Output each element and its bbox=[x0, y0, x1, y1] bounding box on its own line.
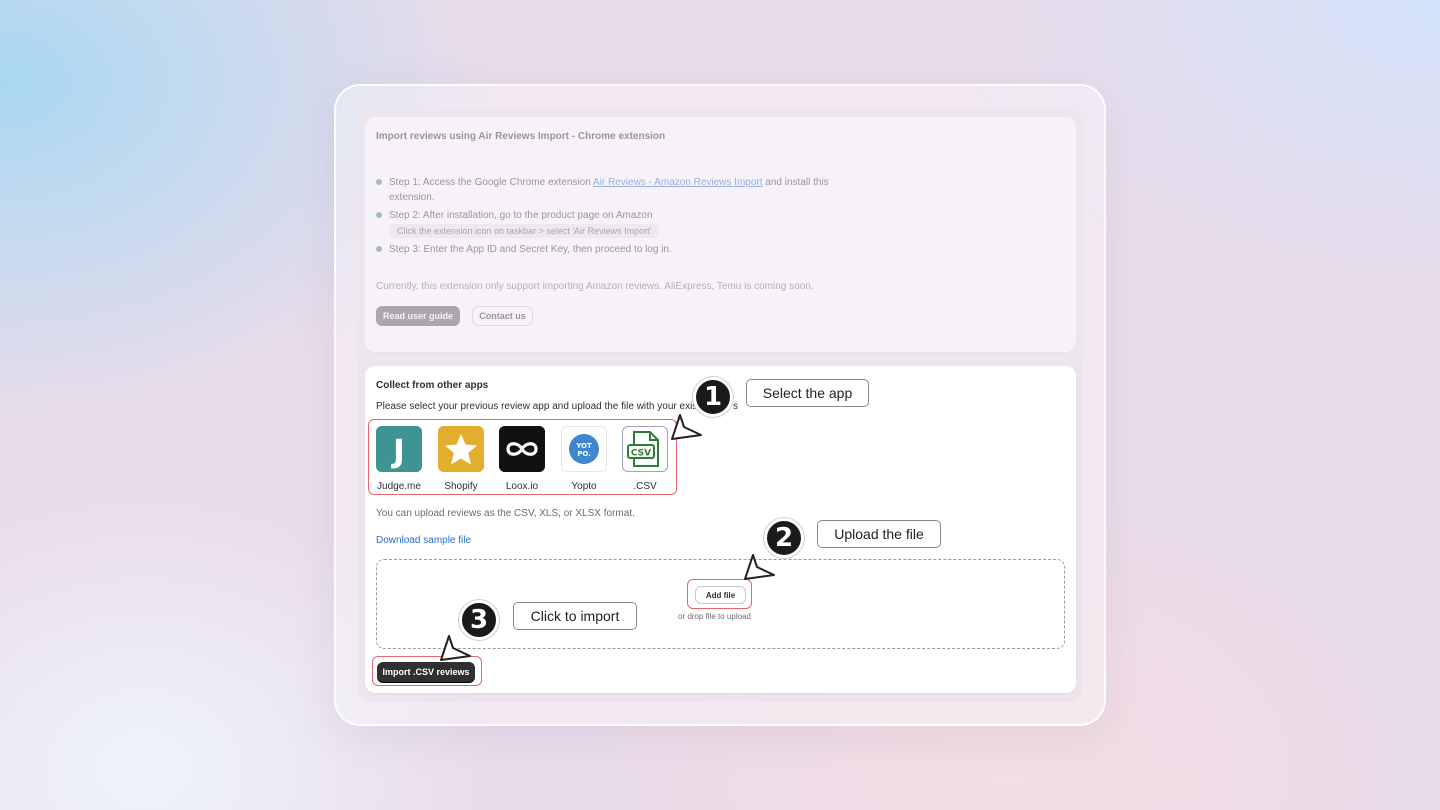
step-1-suffix: and install this bbox=[762, 177, 829, 188]
collect-card-subtitle: Please select your previous review app a… bbox=[376, 401, 703, 412]
app-selection-highlight bbox=[368, 419, 677, 495]
bullet-icon bbox=[376, 179, 382, 185]
add-file-highlight bbox=[687, 579, 752, 609]
select-app-callout: Select the app bbox=[746, 379, 869, 407]
bullet-icon bbox=[376, 212, 382, 218]
collect-card-subtitle-tail: s bbox=[733, 401, 738, 412]
extension-card-title: Import reviews using Air Reviews Import … bbox=[376, 131, 666, 142]
step-2: Step 2: After installation, go to the pr… bbox=[389, 210, 653, 221]
chrome-extension-link[interactable]: Air Reviews - Amazon Reviews Import bbox=[593, 177, 763, 188]
drop-hint: or drop file to upload bbox=[678, 612, 751, 621]
collect-card-title: Collect from other apps bbox=[376, 380, 489, 391]
upload-file-callout: Upload the file bbox=[817, 520, 941, 548]
pointer-cursor-icon bbox=[744, 554, 775, 580]
step-number-badge: 1 bbox=[693, 377, 733, 417]
download-sample-link[interactable]: Download sample file bbox=[376, 535, 471, 546]
pointer-cursor-icon bbox=[440, 635, 471, 661]
contact-us-button[interactable]: Contact us bbox=[472, 306, 533, 326]
step-number-badge: 2 bbox=[764, 518, 804, 558]
bullet-icon bbox=[376, 246, 382, 252]
extension-note: Currently, this extension only support i… bbox=[376, 281, 814, 292]
step-1-continued: extension. bbox=[389, 192, 435, 203]
step-1-text: Step 1: Access the Google Chrome extensi… bbox=[389, 177, 594, 188]
step-3: Step 3: Enter the App ID and Secret Key,… bbox=[389, 244, 672, 255]
format-note: You can upload reviews as the CSV, XLS, … bbox=[376, 508, 635, 519]
step-1: Step 1: Access the Google Chrome extensi… bbox=[389, 177, 829, 188]
step-2-hint: Click the extension icon on taskbar > se… bbox=[389, 224, 660, 238]
read-user-guide-button[interactable]: Read user guide bbox=[376, 306, 460, 326]
click-import-callout: Click to import bbox=[513, 602, 637, 630]
pointer-cursor-icon bbox=[671, 414, 702, 440]
